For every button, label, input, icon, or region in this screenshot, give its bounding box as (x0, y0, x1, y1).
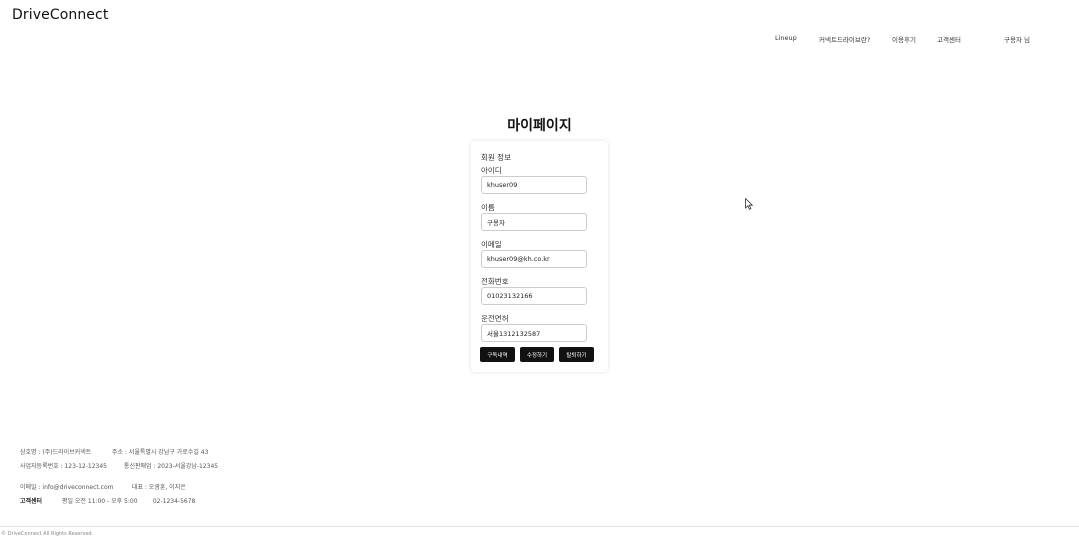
email-label: 이메일 (481, 240, 502, 249)
withdraw-button[interactable]: 탈퇴하기 (559, 347, 594, 362)
nav-item-support[interactable]: 고객센터 (937, 34, 961, 44)
footer-cs-phone: 02-1234-5678 (152, 498, 196, 505)
footer-address: 주소 : 서울특별시 강남구 가로수길 43 (111, 449, 209, 456)
email-field[interactable] (481, 250, 587, 268)
name-field[interactable] (481, 213, 587, 231)
nav-item-lineup[interactable]: Lineup (775, 34, 797, 42)
nav-item-reviews[interactable]: 이용후기 (892, 34, 916, 44)
license-label: 운전면허 (481, 314, 509, 323)
footer-ecommerce: 통신판매업 : 2023-서울강남-12345 (123, 463, 219, 470)
card-actions: 구독내역 수정하기 탈퇴하기 (480, 347, 600, 362)
footer-divider (0, 526, 1079, 527)
main-nav: Lineup 커넥트드라이브란? 이용후기 고객센터 구용자 님 (0, 34, 1079, 46)
section-title: 회원 정보 (481, 153, 511, 162)
mouse-cursor-icon (745, 198, 753, 210)
phone-label: 전화번호 (481, 277, 509, 286)
page: DriveConnect Lineup 커넥트드라이브란? 이용후기 고객센터 … (0, 0, 1079, 545)
footer-email[interactable]: 이메일 : info@driveconnect.com (20, 482, 130, 491)
footer-row: 사업자등록번호 : 123-12-12345 통신판매업 : 2023-서울강남… (20, 461, 218, 470)
edit-button[interactable]: 수정하기 (520, 347, 554, 362)
copyright: © DriveConnect All Rights Reserved. (1, 531, 94, 537)
footer-cs-label: 고객센터 (20, 498, 43, 505)
footer-row: 이메일 : info@driveconnect.com 대표 : 오광훈, 이지… (20, 482, 186, 491)
footer-biz-no: 사업자등록번호 : 123-12-12345 (20, 463, 107, 470)
footer-row: 고객센터 평일 오전 11:00 - 오후 5:00 02-1234-5678 (20, 496, 195, 505)
phone-field[interactable] (481, 287, 587, 305)
footer-cs-hours: 평일 오전 11:00 - 오후 5:00 (61, 498, 138, 505)
page-title: 마이페이지 (507, 118, 572, 134)
nav-item-about[interactable]: 커넥트드라이브란? (819, 34, 870, 44)
userid-field[interactable] (481, 176, 587, 194)
footer: 상호명 : (주)드라이브커넥트 주소 : 서울특별시 강남구 가로수길 43 … (0, 440, 1079, 545)
name-label: 이름 (481, 203, 495, 212)
subscription-history-button[interactable]: 구독내역 (480, 347, 515, 362)
license-field[interactable] (481, 324, 587, 342)
footer-company: 상호명 : (주)드라이브커넥트 (20, 449, 92, 456)
member-info-card: 회원 정보 아이디 이름 이메일 전화번호 운전면허 구독내역 수정하기 탈퇴하… (471, 141, 608, 372)
footer-row: 상호명 : (주)드라이브커넥트 주소 : 서울특별시 강남구 가로수길 43 (20, 447, 208, 456)
user-greeting[interactable]: 구용자 님 (1004, 34, 1030, 44)
brand-logo[interactable]: DriveConnect (12, 7, 108, 23)
userid-label: 아이디 (481, 166, 502, 175)
footer-ceo: 대표 : 오광훈, 이지은 (131, 484, 186, 491)
